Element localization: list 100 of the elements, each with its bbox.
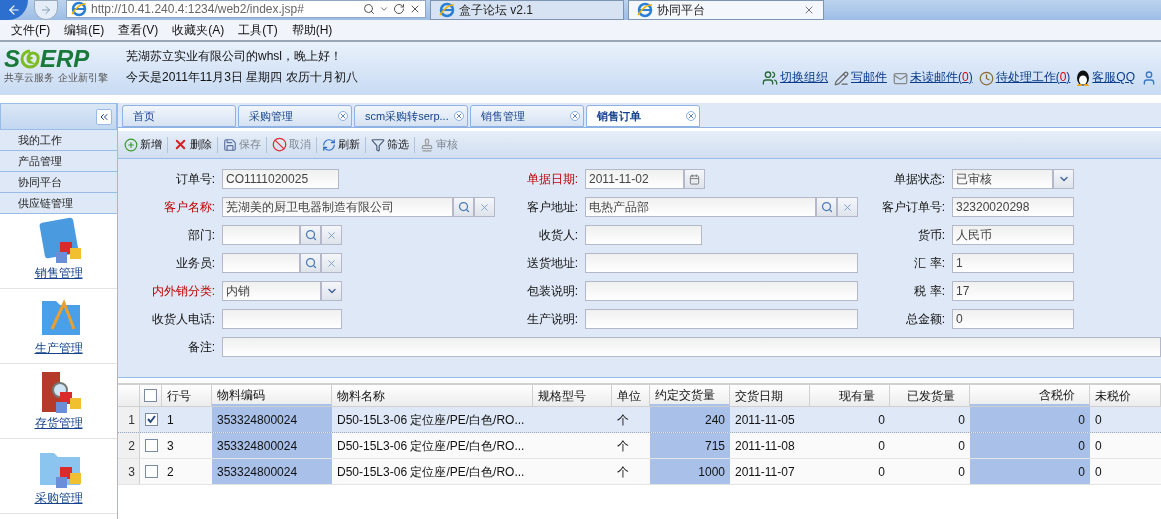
- text-field[interactable]: [222, 337, 1161, 357]
- sidebar-item[interactable]: 产品管理: [0, 151, 117, 172]
- row-checkbox[interactable]: [144, 465, 158, 478]
- header-link[interactable]: 待处理工作(0): [995, 68, 1071, 86]
- row-number: 2: [118, 433, 140, 458]
- text-field[interactable]: [585, 281, 858, 301]
- column-header[interactable]: 单位: [612, 385, 650, 406]
- column-header[interactable]: 规格型号: [533, 385, 612, 406]
- clear-icon: [842, 201, 853, 213]
- close-tab-icon[interactable]: [803, 4, 815, 16]
- refresh-icon[interactable]: [393, 3, 405, 15]
- calendar-button[interactable]: [684, 169, 705, 189]
- table-cell: 240: [650, 407, 730, 432]
- menu-item[interactable]: 编辑(E): [57, 21, 112, 39]
- tab[interactable]: 销售管理: [470, 105, 584, 127]
- field-label: 汇 率:: [913, 255, 946, 272]
- table-cell: 0: [970, 459, 1090, 484]
- module-link[interactable]: 销售管理: [34, 266, 83, 281]
- text-field[interactable]: [585, 225, 702, 245]
- text-field[interactable]: 人民币: [952, 225, 1074, 245]
- person-icon: [1141, 70, 1157, 86]
- clear-button[interactable]: [474, 197, 495, 217]
- close-tab-icon[interactable]: [686, 111, 696, 121]
- sidebar-item[interactable]: 我的工作: [0, 130, 117, 151]
- module-link[interactable]: 存货管理: [34, 416, 83, 431]
- toolbar-button[interactable]: 新增: [122, 133, 164, 156]
- search-button[interactable]: [300, 225, 321, 245]
- toolbar-button[interactable]: 筛选: [369, 133, 411, 156]
- module-link[interactable]: 采购管理: [34, 491, 83, 506]
- clear-button[interactable]: [321, 225, 342, 245]
- tab[interactable]: 采购管理: [238, 105, 352, 127]
- header-link[interactable]: 切换组织: [779, 68, 828, 86]
- text-field[interactable]: 1: [952, 253, 1074, 273]
- module-link[interactable]: 生产管理: [34, 341, 83, 356]
- menu-item[interactable]: 查看(V): [111, 21, 166, 39]
- tab[interactable]: 销售订单: [586, 105, 700, 127]
- menu-item[interactable]: 帮助(H): [284, 21, 340, 39]
- header-link[interactable]: 写邮件: [850, 68, 887, 86]
- field-label: 客户名称:: [162, 199, 216, 216]
- column-header[interactable]: 行号: [162, 385, 212, 406]
- table-row[interactable]: 1 1 353324800024 D50-15L3-06 定位座/PE/白色/RO... 个 240 2011-11-05 0 0 0 0: [118, 407, 1161, 433]
- column-header[interactable]: 已发货量: [890, 385, 970, 406]
- text-field[interactable]: [585, 309, 858, 329]
- clear-button[interactable]: [837, 197, 858, 217]
- dropdown-icon[interactable]: [379, 4, 389, 14]
- select-field[interactable]: 内销: [222, 281, 321, 301]
- menu-item[interactable]: 工具(T): [231, 21, 285, 39]
- sidebar-item[interactable]: 协同平台: [0, 172, 117, 193]
- menu-item[interactable]: 文件(F): [4, 21, 58, 39]
- text-field[interactable]: CO1111020025: [222, 169, 339, 189]
- close-tab-icon[interactable]: [570, 111, 580, 121]
- toolbar-button[interactable]: 刷新: [320, 133, 362, 156]
- sidebar-item[interactable]: 供应链管理: [0, 193, 117, 214]
- row-checkbox[interactable]: [144, 413, 158, 426]
- column-header[interactable]: 未税价: [1090, 385, 1161, 406]
- row-checkbox[interactable]: [144, 439, 158, 452]
- table-cell-text: 0: [877, 437, 886, 455]
- search-button[interactable]: [816, 197, 837, 217]
- header-link[interactable]: 未读邮件(0): [909, 68, 973, 86]
- tab[interactable]: 首页: [122, 105, 236, 127]
- column-header[interactable]: 物料名称: [332, 385, 533, 406]
- table-cell-text: 2011-11-05: [734, 411, 796, 429]
- text-field[interactable]: [222, 309, 342, 329]
- clear-button[interactable]: [321, 253, 342, 273]
- row-number: 1: [118, 407, 140, 432]
- column-header[interactable]: 交货日期: [730, 385, 810, 406]
- table-row[interactable]: 3 2 353324800024 D50-15L3-06 定位座/PE/白色/RO... 个 1000 2011-11-07 0 0 0 0: [118, 459, 1161, 485]
- cancel-icon: [272, 137, 287, 152]
- search-button[interactable]: [453, 197, 474, 217]
- table-cell: 353324800024: [212, 459, 332, 484]
- column-header[interactable]: 现有量: [810, 385, 890, 406]
- forward-button[interactable]: [34, 0, 58, 20]
- collapse-button[interactable]: [96, 108, 112, 125]
- select-all-checkbox[interactable]: [144, 389, 157, 402]
- select-field[interactable]: 已审核: [952, 169, 1053, 189]
- address-bar[interactable]: http://10.41.240.4:1234/web2/index.jsp#: [66, 0, 426, 18]
- text-field[interactable]: 17: [952, 281, 1074, 301]
- text-field[interactable]: 0: [952, 309, 1074, 329]
- tab[interactable]: scm采购转serp...: [354, 105, 468, 127]
- browser-tab[interactable]: 盒子论坛 v2.1: [430, 0, 624, 20]
- lookup-field[interactable]: [222, 253, 300, 273]
- search-icon[interactable]: [363, 3, 375, 15]
- table-row[interactable]: 2 3 353324800024 D50-15L3-06 定位座/PE/白色/RO... 个 715 2011-11-08 0 0 0 0: [118, 433, 1161, 459]
- close-tab-icon[interactable]: [454, 111, 464, 121]
- lookup-field[interactable]: 电热产品部: [585, 197, 816, 217]
- menu-item[interactable]: 收藏夹(A): [165, 21, 232, 39]
- date-field[interactable]: 2011-11-02: [585, 169, 684, 189]
- lookup-field[interactable]: 芜湖美的厨卫电器制造有限公司: [222, 197, 453, 217]
- browser-tab[interactable]: 协同平台: [628, 0, 824, 20]
- text-field[interactable]: [585, 253, 858, 273]
- toolbar-button[interactable]: 删除: [171, 133, 214, 156]
- text-field[interactable]: 32320020298: [952, 197, 1074, 217]
- lookup-field[interactable]: [222, 225, 300, 245]
- dropdown-button[interactable]: [321, 281, 342, 301]
- back-button[interactable]: [0, 0, 28, 20]
- stop-icon[interactable]: [409, 3, 421, 15]
- close-tab-icon[interactable]: [338, 111, 348, 121]
- search-button[interactable]: [300, 253, 321, 273]
- header-link[interactable]: 客服QQ: [1092, 68, 1135, 86]
- dropdown-button[interactable]: [1053, 169, 1074, 189]
